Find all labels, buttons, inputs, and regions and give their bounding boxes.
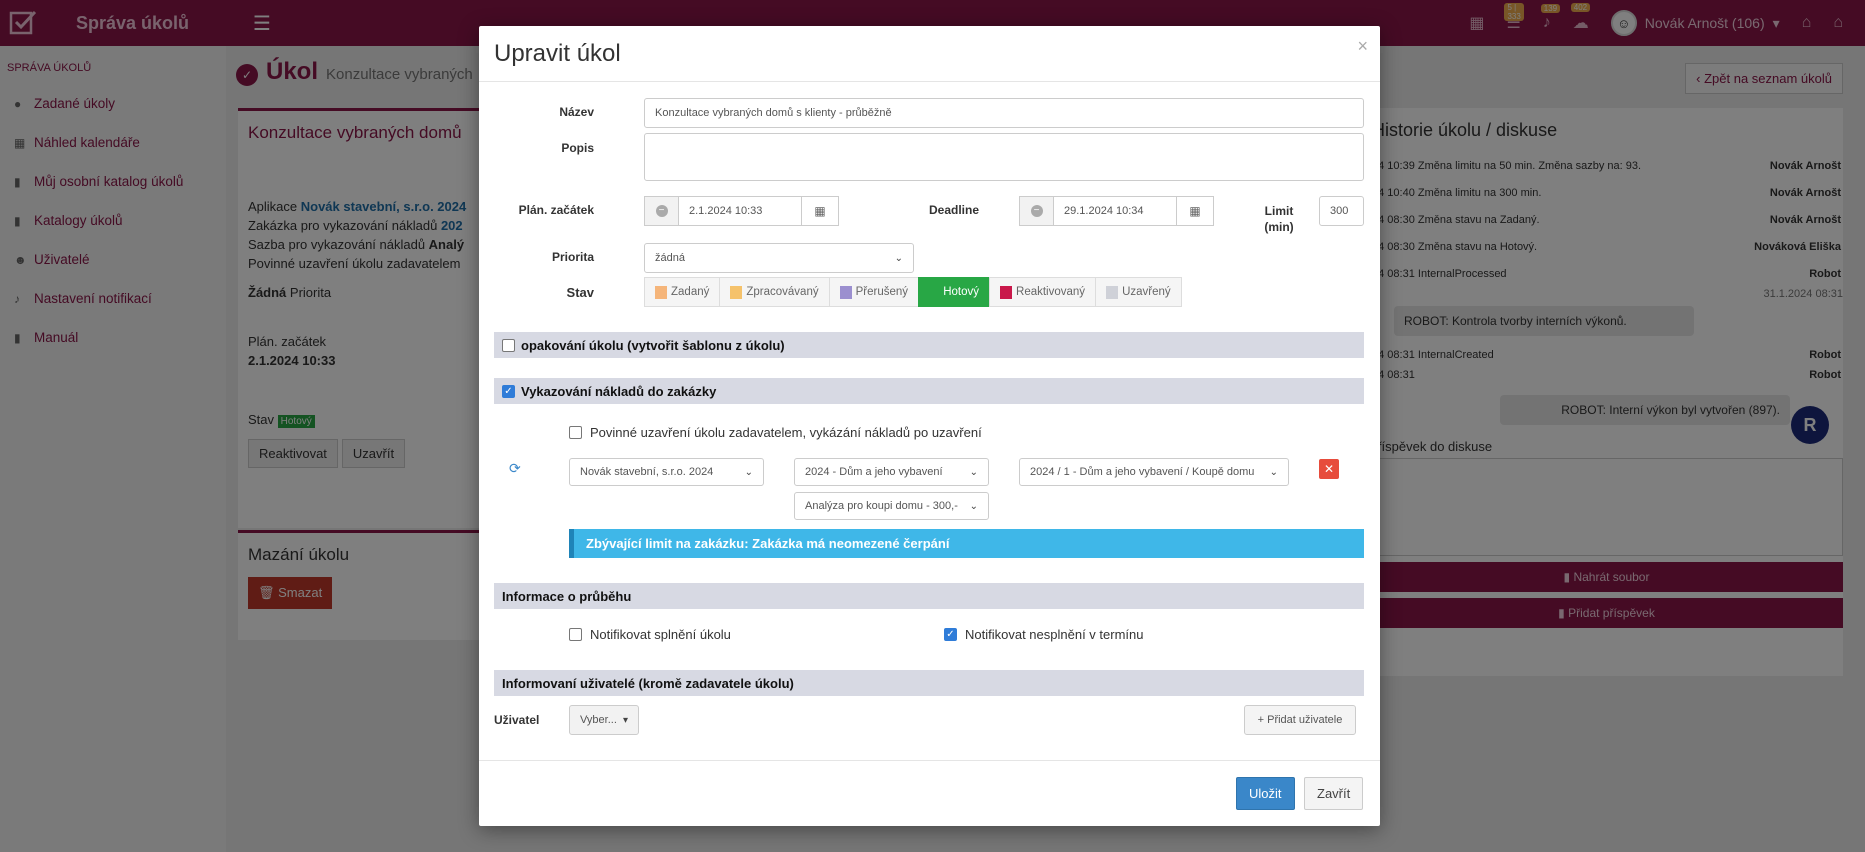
suborder-select[interactable]: 2024 / 1 - Dům a jeho vybavení / Koupě d… <box>1019 458 1289 486</box>
notify-late-checkbox[interactable]: ✓ <box>944 628 957 641</box>
status-button-group: Zadaný Zpracovávaný Přerušený Hotový Rea… <box>644 277 1182 307</box>
color-swatch <box>839 285 852 299</box>
rate-value: Analýza pro koupi domu - 300,- <box>805 500 958 512</box>
chevron-down-icon: ⌄ <box>969 466 978 478</box>
status-option-reactivated[interactable]: Reaktivovaný <box>989 277 1097 307</box>
priority-label: Priorita <box>551 250 594 264</box>
minus-icon: − <box>1030 205 1043 217</box>
clear-deadline-button[interactable]: − <box>1019 196 1054 226</box>
color-swatch <box>1106 285 1119 299</box>
deadline-label: Deadline <box>928 203 979 217</box>
notify-done-checkbox[interactable] <box>569 628 582 641</box>
section-users: Informovaní uživatelé (kromě zadavatele … <box>494 670 1364 696</box>
plan-start-input[interactable]: 2.1.2024 10:33 <box>678 196 802 226</box>
chevron-down-icon: ⌄ <box>1269 466 1278 478</box>
order-value: 2024 - Dům a jeho vybavení <box>805 466 943 478</box>
mandatory-close-option[interactable]: Povinné uzavření úkolu zadavatelem, vyká… <box>569 425 982 440</box>
modal-title: Upravit úkol <box>494 39 621 67</box>
section-repeat[interactable]: opakování úkolu (vytvořit šablonu z úkol… <box>494 332 1364 358</box>
limit-input[interactable]: 300 <box>1319 196 1364 226</box>
status-option-done[interactable]: Hotový <box>918 277 991 307</box>
name-input[interactable]: Konzultace vybraných domů s klienty - pr… <box>644 98 1364 128</box>
modal-footer: Uložit Zavřít <box>479 760 1380 826</box>
repeat-checkbox[interactable] <box>502 338 515 352</box>
suborder-value: 2024 / 1 - Dům a jeho vybavení / Koupě d… <box>1030 466 1255 478</box>
calendar-icon[interactable]: ▦ <box>1176 196 1214 226</box>
description-label: Popis <box>561 141 594 155</box>
company-select[interactable]: Novák stavební, s.r.o. 2024 ⌄ <box>569 458 764 486</box>
modal-header: Upravit úkol × <box>479 26 1380 82</box>
rate-select[interactable]: Analýza pro koupi domu - 300,- ⌄ <box>794 492 989 520</box>
mandatory-close-label: Povinné uzavření úkolu zadavatelem, vyká… <box>590 425 982 440</box>
notify-done-label: Notifikovat splnění úkolu <box>590 627 731 642</box>
costs-checkbox[interactable]: ✓ <box>502 384 515 398</box>
notify-late-option[interactable]: ✓ Notifikovat nesplnění v termínu <box>944 627 1143 642</box>
caret-down-icon: ▾ <box>622 714 628 726</box>
calendar-icon[interactable]: ▦ <box>801 196 839 226</box>
status-option-processing[interactable]: Zpracovávaný <box>719 277 830 307</box>
cancel-button[interactable]: Zavřít <box>1304 777 1364 810</box>
status-option-closed[interactable]: Uzavřený <box>1095 277 1182 307</box>
section-costs-label: Vykazování nákladů do zakázky <box>521 383 717 399</box>
order-select[interactable]: 2024 - Dům a jeho vybavení ⌄ <box>794 458 989 486</box>
chevron-down-icon: ⌄ <box>894 252 903 264</box>
status-option-assigned[interactable]: Zadaný <box>644 277 721 307</box>
notify-late-label: Notifikovat nesplnění v termínu <box>965 627 1144 642</box>
user-select[interactable]: Vyber... ▾ <box>569 705 639 735</box>
section-progress-label: Informace o průběhu <box>502 588 632 604</box>
color-swatch <box>1000 285 1013 299</box>
add-user-button[interactable]: + Přidat uživatele <box>1244 705 1356 735</box>
clear-plan-button[interactable]: − <box>644 196 679 226</box>
status-label: Stav <box>566 285 594 300</box>
color-swatch <box>655 285 667 299</box>
user-label: Uživatel <box>494 713 540 727</box>
color-swatch <box>730 285 743 299</box>
mandatory-close-checkbox[interactable] <box>569 426 582 439</box>
chevron-down-icon: ⌄ <box>744 466 753 478</box>
section-users-label: Informovaní uživatelé (kromě zadavatele … <box>502 675 794 691</box>
user-select-value: Vyber... <box>580 714 617 726</box>
deadline-input[interactable]: 29.1.2024 10:34 <box>1053 196 1177 226</box>
remove-order-icon[interactable]: ✕ <box>1319 459 1339 479</box>
status-option-paused[interactable]: Přerušený <box>828 277 920 307</box>
notify-done-option[interactable]: Notifikovat splnění úkolu <box>569 627 731 642</box>
edit-task-modal: Upravit úkol × Název Konzultace vybranýc… <box>479 26 1380 826</box>
close-icon[interactable]: × <box>1357 36 1368 57</box>
remaining-limit-info: Zbývající limit na zakázku: Zakázka má n… <box>569 529 1364 558</box>
limit-label: Limit (min) <box>1264 204 1294 234</box>
color-swatch <box>929 285 940 299</box>
name-label: Název <box>559 105 594 119</box>
plus-icon: + <box>1257 714 1265 726</box>
section-progress: Informace o průběhu <box>494 583 1364 609</box>
priority-value: žádná <box>655 252 685 264</box>
company-value: Novák stavební, s.r.o. 2024 <box>580 466 714 478</box>
chevron-down-icon: ⌄ <box>969 500 978 512</box>
description-textarea[interactable] <box>644 133 1364 181</box>
minus-icon: − <box>655 205 668 217</box>
priority-select[interactable]: žádná ⌄ <box>644 243 914 273</box>
refresh-icon[interactable]: ⟳ <box>509 460 521 477</box>
section-repeat-label: opakování úkolu (vytvořit šablonu z úkol… <box>521 337 785 353</box>
section-costs[interactable]: ✓ Vykazování nákladů do zakázky <box>494 378 1364 404</box>
plan-start-label: Plán. začátek <box>518 203 594 217</box>
save-button[interactable]: Uložit <box>1236 777 1295 810</box>
